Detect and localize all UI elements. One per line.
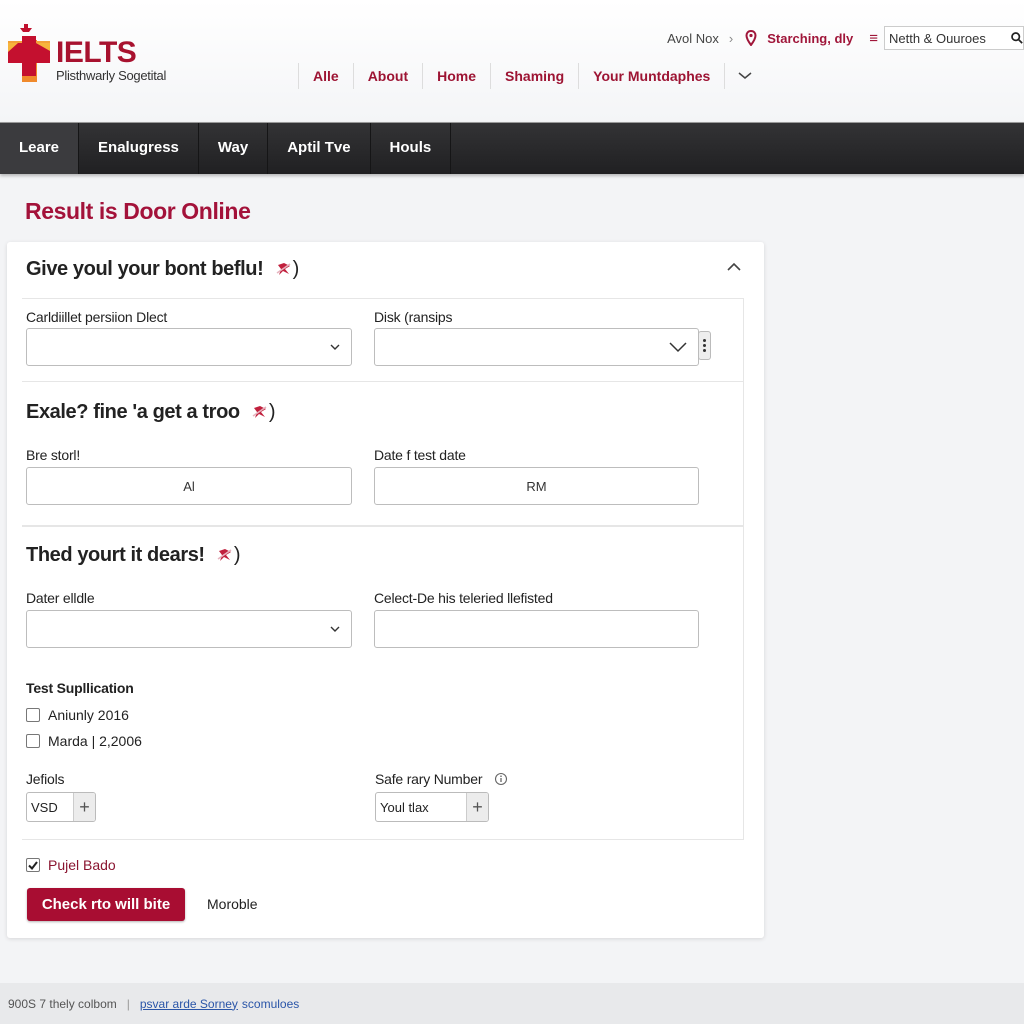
tab-leare[interactable]: Leare [0, 123, 80, 174]
supplication-label: Test Supllication [26, 680, 134, 696]
jefiols-stepper[interactable]: + [26, 792, 96, 822]
brand-logo[interactable]: IELTS Plisthwarly Sogetital [8, 24, 178, 88]
nav-item-about[interactable]: About [352, 63, 422, 89]
section-heading-1-suffix: ) [292, 258, 300, 280]
checkbox[interactable] [26, 708, 40, 722]
tab-bar: Leare Enalugress Way Aptil Tve Houls [0, 122, 1024, 174]
chevron-down-icon [738, 72, 752, 79]
nav-item-alle[interactable]: Alle [298, 63, 353, 89]
checkbox[interactable] [26, 734, 40, 748]
nav-item-home[interactable]: Home [422, 63, 490, 89]
mascot-icon [252, 406, 267, 418]
result-form-card: Give youl your bont beflu! ) Carldiillet… [7, 242, 764, 938]
section-heading-2-suffix: ) [268, 401, 276, 423]
section-heading-1-text: Give youl your bont beflu! [26, 258, 264, 280]
check-icon [28, 860, 38, 870]
field-label: Disk (ransips [374, 309, 453, 325]
location-link[interactable]: Starching, dly [767, 31, 853, 46]
tab-way[interactable]: Way [199, 123, 269, 174]
field-label: Bre storl! [26, 447, 81, 463]
main-nav: Alle About Home Shaming Your Muntdaphes [298, 63, 764, 89]
confirm-checkbox-row[interactable]: Pujel Bado [26, 857, 116, 873]
nav-item-shaming[interactable]: Shaming [490, 63, 578, 89]
brand-title: IELTS [56, 36, 137, 69]
checkbox-label: Aniunly 2016 [48, 707, 129, 723]
secondary-link[interactable]: Moroble [207, 896, 258, 912]
tab-aptil-tve[interactable]: Aptil Tve [268, 123, 371, 174]
chevron-down-icon [330, 626, 340, 632]
info-icon[interactable] [494, 772, 508, 786]
map-pin-icon [745, 30, 757, 46]
bre-storl-input[interactable] [26, 467, 352, 505]
test-date-input[interactable] [374, 467, 699, 505]
section-heading-3-suffix: ) [233, 544, 241, 566]
section-heading-2-text: Exale? fine 'a get a troo [26, 401, 240, 423]
footer-link[interactable]: psvar arde Sorney [140, 997, 238, 1011]
candidate-select[interactable] [26, 328, 352, 366]
section-heading-3: Thed yourt it dears! ) [26, 544, 241, 567]
chevron-down-icon [330, 344, 340, 350]
breadcrumb-link[interactable]: Avol Nox [667, 31, 719, 46]
field-label: Carldiillet persiion Dlect [26, 309, 168, 325]
field-label: Celect-De his teleried llefisted [374, 590, 553, 606]
stepper-label: Jefiols [26, 771, 65, 787]
checkbox-label: Marda | 2,2006 [48, 733, 142, 749]
bre-storl-input-field[interactable] [27, 468, 351, 504]
supplication-option-1[interactable]: Aniunly 2016 [26, 707, 129, 723]
mascot-icon [276, 263, 290, 275]
stepper-label: Safe rary Number [375, 771, 483, 787]
disk-select[interactable] [374, 328, 699, 366]
chevron-down-icon [669, 342, 687, 353]
checkbox-checked[interactable] [26, 858, 40, 872]
plus-icon[interactable]: + [73, 793, 95, 821]
mascot-icon [217, 549, 232, 561]
field-label: Date f test date [374, 447, 466, 463]
select-listed-input[interactable] [374, 610, 699, 648]
nav-more-button[interactable] [724, 63, 764, 89]
field-label: Dater elldle [26, 590, 95, 606]
plus-icon[interactable]: + [466, 793, 488, 821]
test-date-input-field[interactable] [375, 468, 698, 504]
utility-bar: Avol Nox › Starching, dly ≡ [667, 26, 1024, 50]
submit-button[interactable]: Check rto will bite [27, 888, 185, 921]
footer-tail-text: scomuloes [241, 996, 300, 1011]
site-header: IELTS Plisthwarly Sogetital Avol Nox › S… [0, 0, 1024, 122]
site-search [884, 26, 1024, 50]
page-title: Result is Door Online [25, 198, 251, 224]
select-listed-input-field[interactable] [375, 611, 698, 647]
footer-text: 900S 7 thely colbom [8, 996, 117, 1011]
tab-houls[interactable]: Houls [371, 123, 452, 174]
section-heading-1: Give youl your bont beflu! ) [26, 258, 299, 281]
tab-enalugress[interactable]: Enalugress [79, 123, 199, 174]
dater-select[interactable] [26, 610, 352, 648]
supplication-option-2[interactable]: Marda | 2,2006 [26, 733, 142, 749]
search-input[interactable] [889, 30, 1007, 46]
hamburger-icon[interactable]: ≡ [869, 31, 878, 46]
jefiols-input[interactable] [27, 793, 73, 821]
safe-rary-number-stepper[interactable]: + [375, 792, 489, 822]
nav-item-your-muntdaphes[interactable]: Your Muntdaphes [578, 63, 724, 89]
section-heading-2: Exale? fine 'a get a troo ) [26, 401, 276, 424]
search-icon[interactable] [1011, 31, 1023, 45]
safe-rary-number-input[interactable] [376, 793, 466, 821]
site-footer: 900S 7 thely colbom | psvar arde Sorney … [0, 983, 1024, 1024]
more-options-button[interactable] [698, 331, 711, 360]
chevron-up-icon[interactable] [726, 261, 742, 273]
checkbox-label: Pujel Bado [48, 857, 116, 873]
footer-divider: | [126, 996, 130, 1011]
section-heading-3-text: Thed yourt it dears! [26, 544, 205, 566]
chevron-right-icon: › [728, 30, 734, 46]
cross-logo-icon [8, 24, 50, 82]
brand-subtitle: Plisthwarly Sogetital [56, 68, 167, 83]
